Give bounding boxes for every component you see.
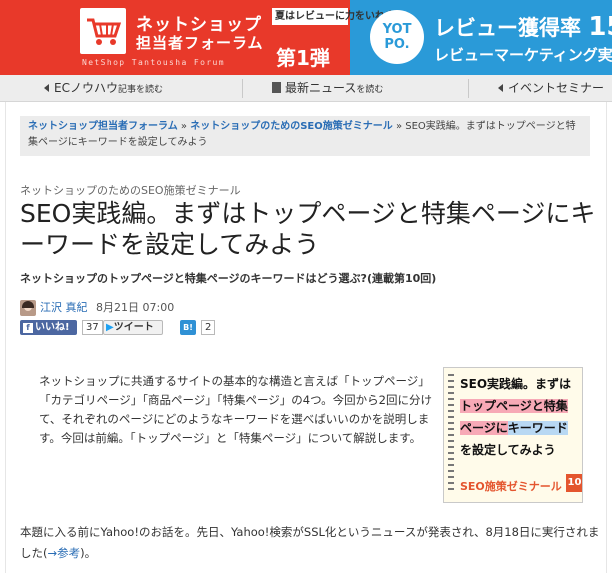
breadcrumb-separator: »: [180, 121, 188, 132]
thumbnail-line: ページにキーワード: [460, 421, 568, 435]
nav-item-latest-news[interactable]: 最新ニュースを読む: [272, 75, 383, 102]
avatar[interactable]: [20, 300, 36, 316]
facebook-like-button[interactable]: f いいね!: [20, 320, 77, 335]
article-body: 本題に入る前にYahoo!のお話を。先日、Yahoo!検索がSSL化というニュー…: [20, 525, 600, 560]
ad-big-text: 第1弾: [276, 46, 330, 70]
global-nav: ECノウハウ記事を読む 最新ニュースを読む イベントセミナー: [0, 75, 612, 102]
caret-left-icon: [498, 84, 503, 92]
page-title: SEO実践編。まずはトップページと特集ページにキーワードを設定してみよう: [20, 199, 596, 259]
post-date: 8月21日 07:00: [96, 301, 175, 314]
ad-tag: 夏はレビューに力をいれます!: [272, 8, 410, 25]
ad-headline: レビュー獲得率 15%: [434, 12, 612, 42]
nav-item-ec-knowhow[interactable]: ECノウハウ記事を読む: [44, 75, 163, 102]
breadcrumb-home-link[interactable]: ネットショップ担当者フォーラム: [28, 121, 178, 132]
breadcrumb-separator: »: [395, 121, 403, 132]
site-title-en: NetShop Tantousha Forum: [82, 58, 225, 67]
notebook-rings: [448, 374, 454, 494]
breadcrumb: ネットショップ担当者フォーラム » ネットショップのためのSEO施策ゼミナール …: [20, 116, 590, 156]
hatena-bookmark-button[interactable]: B!: [180, 320, 196, 335]
thumbnail-line: トップページと特集: [460, 399, 568, 413]
cart-logo-icon[interactable]: [80, 8, 126, 54]
hatena-count: 2: [201, 320, 216, 335]
main-content: ネットショップ担当者フォーラム » ネットショップのためのSEO施策ゼミナール …: [5, 102, 607, 573]
ad-subline: レビューマーケティング実践: [434, 46, 612, 64]
caret-left-icon: [44, 84, 49, 92]
yotpo-logo: YOT PO.: [370, 10, 424, 64]
reference-link[interactable]: →参考: [48, 546, 81, 560]
facebook-icon: f: [23, 323, 33, 333]
site-subtitle[interactable]: 担当者フォーラム: [136, 32, 264, 53]
nav-item-events[interactable]: イベントセミナー: [498, 75, 604, 102]
thumbnail-line: を設定してみよう: [460, 443, 556, 457]
article-lead: ネットショップに共通するサイトの基本的な構造と言えば「トップページ」「カテゴリペ…: [39, 374, 432, 445]
article-thumbnail: SEO実践編。まずは トップページと特集 ページにキーワード を設定してみよう …: [443, 367, 583, 503]
nav-divider: [468, 79, 469, 98]
tweet-button[interactable]: ▶ツイート: [103, 320, 163, 335]
article-subtitle: ネットショップのトップページと特集ページのキーワードはどう選ぶ?(連載第10回): [20, 272, 437, 285]
nav-divider: [242, 79, 243, 98]
site-header: ネットショップ 担当者フォーラム NetShop Tantousha Forum…: [0, 0, 612, 75]
thumbnail-episode-number: 10: [566, 474, 582, 492]
ad-banner[interactable]: 夏はレビューに力をいれます! 第1弾 YOT PO. レビュー獲得率 15% レ…: [268, 0, 612, 75]
article-category[interactable]: ネットショップのためのSEO施策ゼミナール: [20, 182, 241, 198]
thumbnail-line: SEO実践編。まずは: [460, 377, 572, 391]
thumbnail-series-label: SEO施策ゼミナール: [460, 480, 562, 493]
author-name-link[interactable]: 江沢 真紀: [40, 299, 88, 317]
ad-left-panel: 夏はレビューに力をいれます! 第1弾: [268, 0, 410, 75]
twitter-bird-icon: ▶: [106, 322, 114, 333]
breadcrumb-section-link[interactable]: ネットショップのためのSEO施策ゼミナール: [190, 121, 393, 132]
document-icon: [272, 82, 281, 93]
like-count: 37: [82, 320, 103, 335]
